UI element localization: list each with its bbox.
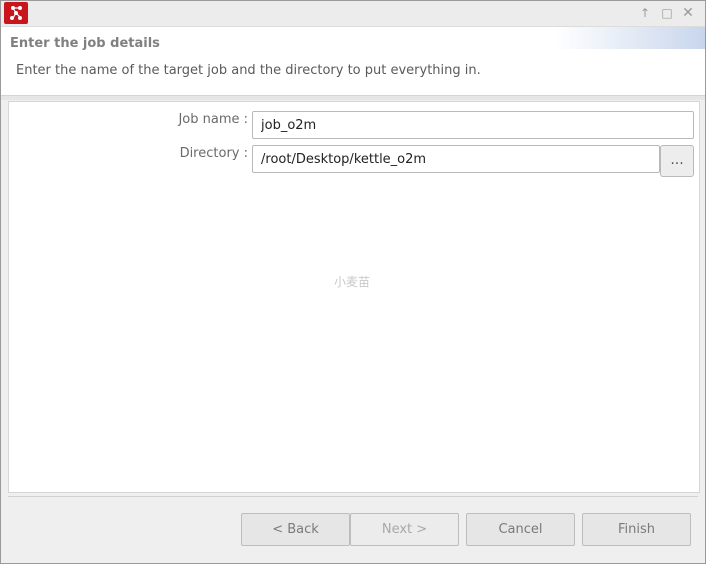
maximize-arrow-icon[interactable]: ↑ [637, 5, 653, 21]
job-name-label: Job name : [178, 112, 248, 127]
cancel-button[interactable]: Cancel [466, 513, 575, 546]
browse-button[interactable]: ... [660, 145, 694, 177]
title-bar[interactable]: ↑ □ ✕ [1, 1, 705, 27]
finish-button[interactable]: Finish [582, 513, 691, 546]
form-panel: Job name : Directory : ... 小麦苗 [8, 101, 700, 493]
page-description: Enter the name of the target job and the… [16, 63, 481, 78]
back-button[interactable]: < Back [241, 513, 350, 546]
directory-input[interactable] [252, 145, 660, 173]
restore-icon[interactable]: □ [659, 5, 675, 21]
next-button[interactable]: Next > [350, 513, 459, 546]
watermark-text: 小麦苗 [334, 275, 371, 289]
job-name-input[interactable] [252, 111, 694, 139]
kettle-network-icon [4, 2, 28, 24]
wizard-dialog: ↑ □ ✕ Enter the job details Enter the na… [0, 0, 706, 564]
page-title: Enter the job details [10, 36, 160, 51]
wizard-header: Enter the job details Enter the name of … [1, 27, 705, 96]
close-icon[interactable]: ✕ [680, 5, 696, 21]
button-bar-separator [8, 496, 698, 497]
header-separator [1, 96, 705, 100]
directory-label: Directory : [179, 146, 248, 161]
header-decoration [555, 27, 705, 49]
